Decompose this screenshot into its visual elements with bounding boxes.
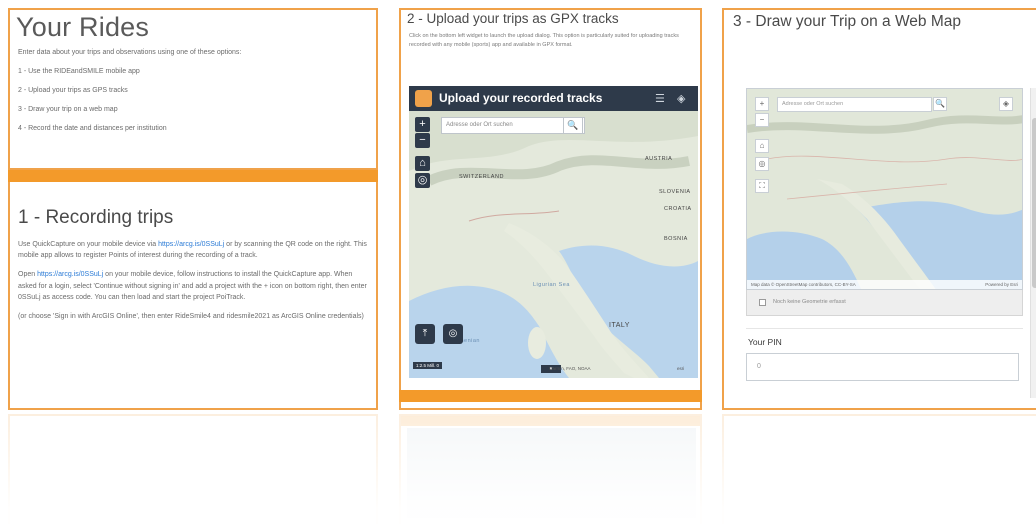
draw-map[interactable]: + − ⌂ ◎ ⛶ Adresse oder Ort suchen 🔍 ◈ Ma… [746,88,1023,290]
draw-map-search-input[interactable]: Adresse oder Ort suchen [777,97,932,112]
recording-paragraph-2: Open https://arcg.is/0SSuLj on your mobi… [18,271,367,301]
recording-paragraph-1: Use QuickCapture on your mobile device v… [18,241,367,260]
map-label-slovenia: SLOVENIA [659,189,691,195]
pin-input[interactable]: 0 [746,353,1019,381]
map-label-italy: ITALY [609,322,630,329]
esri-logo: esri [677,366,685,371]
upload-map[interactable]: Upload your recorded tracks ☰ ◈ AUSTRIA … [409,86,698,378]
upload-description: Click on the bottom left widget to launc… [409,33,679,48]
scrollbar-thumb[interactable] [1032,118,1036,288]
quickcapture-link-1[interactable]: https://arcg.is/0SSuLj [158,241,224,248]
reflection-area [0,412,1036,525]
upload-widget-button[interactable]: ⤒ [415,324,435,344]
rides-option-1: 1 - Use the RIDEandSMILE mobile app [18,68,140,76]
rides-option-4: 4 - Record the date and distances per in… [18,125,167,133]
draw-home-button[interactable]: ⌂ [755,139,769,153]
home-button[interactable]: ⌂ [415,156,430,171]
orange-divider-middle [399,390,702,402]
your-rides-title: Your Rides [16,12,150,42]
recording-paragraph-3: (or choose 'Sign in with ArcGIS Online',… [18,312,364,320]
draw-zoom-in-button[interactable]: + [755,97,769,111]
map-label-croatia: CROATIA [664,206,692,212]
rides-option-3: 3 - Draw your trip on a web map [18,106,118,114]
locate-button[interactable]: ◎ [415,173,430,188]
draw-search-icon[interactable]: 🔍 [933,97,947,111]
draw-title: 3 - Draw your Trip on a Web Map [733,13,961,30]
search-icon[interactable]: 🔍 [563,117,583,134]
sketch-widget-button[interactable]: ◎ [443,324,463,344]
zoom-in-button[interactable]: + [415,117,430,132]
geometry-status-row: Noch keine Geometrie erfasst [746,290,1023,316]
quickcapture-link-2[interactable]: https://arcg.is/0SSuLj [37,271,103,278]
reflection-fade [0,412,1036,525]
map-label-switzerland: SWITZERLAND [459,174,504,180]
draw-map-basemap [747,89,1022,289]
recording-trips-panel: 1 - Recording trips Use QuickCapture on … [8,182,378,410]
form-scrollbar[interactable] [1030,88,1036,398]
geometry-status-label: Noch keine Geometrie erfasst [773,299,846,305]
map-label-ligurian-sea: Ligurian Sea [533,282,570,288]
scale-bar: 1:2.5 Mill. 0 [413,362,443,369]
draw-locate-button[interactable]: ◎ [755,157,769,171]
draw-trip-panel: 3 - Draw your Trip on a Web Map + − ⌂ ◎ … [722,8,1036,410]
upload-map-header: Upload your recorded tracks ☰ ◈ [409,86,698,111]
your-rides-panel: Your Rides Enter data about your trips a… [8,8,378,170]
draw-map-attribution: Map data © OpenStreetMap contributors, C… [747,280,1022,289]
fullscreen-button[interactable]: ⛶ [755,179,769,193]
recording-title: 1 - Recording trips [18,207,174,228]
divider [746,328,1023,329]
pin-label: Your PIN [748,337,782,347]
rides-option-2: 2 - Upload your trips as GPS tracks [18,87,128,95]
draw-zoom-out-button[interactable]: − [755,113,769,127]
rides-intro: Enter data about your trips and observat… [18,49,242,56]
geometry-checkbox[interactable] [759,299,766,306]
upload-gpx-panel: 2 - Upload your trips as GPX tracks Clic… [399,8,702,410]
upload-title: 2 - Upload your trips as GPX tracks [407,11,619,26]
zoom-out-button[interactable]: − [415,133,430,148]
list-icon[interactable]: ☰ [655,92,665,105]
upload-map-title: Upload your recorded tracks [439,91,603,105]
app-logo-icon [415,90,432,107]
draw-layers-icon[interactable]: ◈ [999,97,1013,111]
map-label-bosnia: BOSNIA [664,236,688,242]
layers-icon[interactable]: ◈ [677,92,685,105]
map-attribution: Garmin, FAO, NOAA [549,366,591,371]
map-label-austria: AUSTRIA [645,156,673,162]
